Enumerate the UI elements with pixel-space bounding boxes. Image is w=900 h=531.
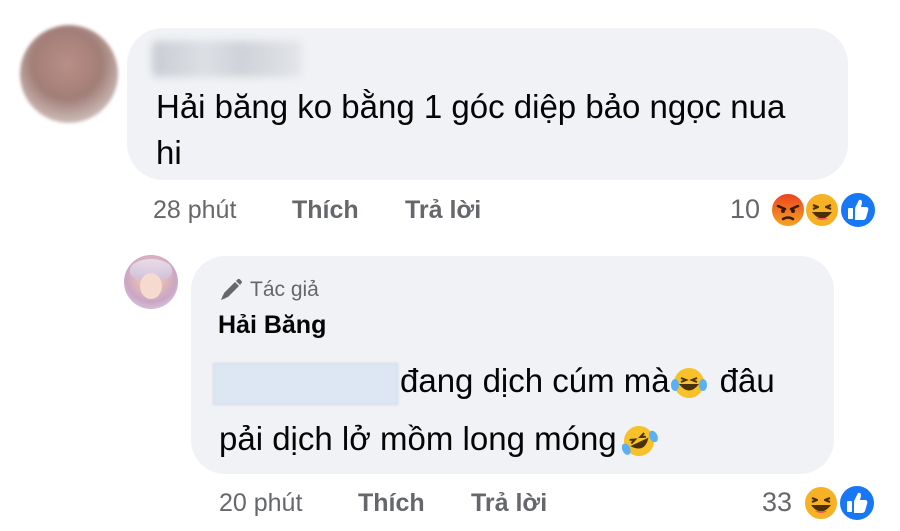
mention-tag-blurred[interactable] <box>213 363 398 405</box>
reply-text-segment: đâu <box>719 362 775 399</box>
reply-timestamp[interactable]: 20 phút <box>219 488 302 518</box>
laughing-tears-emoji-icon <box>670 368 707 399</box>
angry-icon[interactable] <box>769 191 807 229</box>
reply-text-segment: pải dịch lở mồm long móng <box>219 420 617 457</box>
reply-button[interactable]: Trả lời <box>405 195 481 225</box>
reaction-count[interactable]: 10 <box>730 194 760 224</box>
reply-text-line: đang dịch cúm mà đâu <box>400 361 775 401</box>
like-button[interactable]: Thích <box>292 195 359 225</box>
like-button[interactable]: Thích <box>358 488 425 518</box>
reply-button[interactable]: Trả lời <box>471 488 547 518</box>
avatar-face <box>140 273 162 299</box>
author-badge-label: Tác giả <box>250 278 319 301</box>
haha-icon[interactable] <box>802 484 840 522</box>
author-badge: Tác giả <box>218 276 319 304</box>
reply-text-line: pải dịch lở mồm long móng <box>219 419 661 461</box>
author-avatar[interactable] <box>124 255 178 309</box>
author-name[interactable]: Hải Băng <box>218 311 326 340</box>
comment-text-line: hi <box>156 134 182 171</box>
reaction-count[interactable]: 33 <box>762 487 792 517</box>
like-icon[interactable] <box>837 483 877 523</box>
commenter-name-blurred[interactable] <box>152 41 302 77</box>
rolling-laughing-emoji-icon <box>621 426 658 457</box>
like-icon[interactable] <box>838 190 878 230</box>
pen-icon <box>221 278 242 300</box>
comment-text: Hải băng ko bằng 1 góc diệp bảo ngọc nua… <box>156 84 836 176</box>
commenter-avatar[interactable] <box>20 25 118 123</box>
haha-icon[interactable] <box>803 191 841 229</box>
reply-text-segment: đang dịch cúm mà <box>400 362 670 399</box>
comment-timestamp[interactable]: 28 phút <box>153 195 236 225</box>
comment-text-line: Hải băng ko bằng 1 góc diệp bảo ngọc nua <box>156 88 786 125</box>
